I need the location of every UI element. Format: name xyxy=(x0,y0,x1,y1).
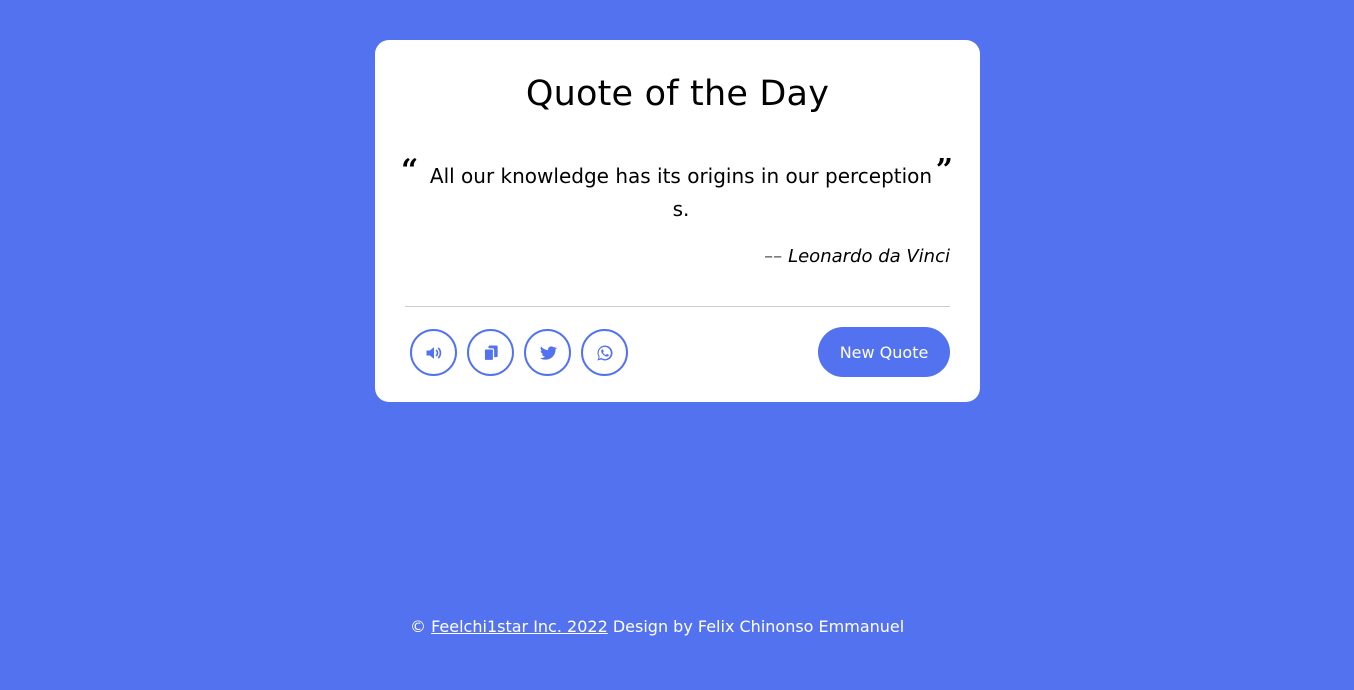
speak-button[interactable] xyxy=(410,329,457,376)
author-dash: –– xyxy=(764,246,783,267)
whatsapp-icon xyxy=(597,345,612,360)
quote-author: –– Leonardo da Vinci xyxy=(764,246,950,267)
quote-close-icon: ” xyxy=(935,153,953,188)
copyright-symbol: © xyxy=(410,617,426,636)
quote-area: “ All our knowledge has its origins in o… xyxy=(401,152,953,226)
divider xyxy=(405,306,950,307)
quote-open-icon: “ xyxy=(401,153,419,188)
twitter-icon xyxy=(539,345,557,360)
author-name: Leonardo da Vinci xyxy=(788,246,950,267)
whatsapp-button[interactable] xyxy=(581,329,628,376)
copy-button[interactable] xyxy=(467,329,514,376)
copy-icon xyxy=(483,345,498,361)
new-quote-button[interactable]: New Quote xyxy=(818,327,950,377)
page-title: Quote of the Day xyxy=(525,74,830,114)
twitter-button[interactable] xyxy=(524,329,571,376)
quote-text: All our knowledge has its origins in our… xyxy=(429,164,933,221)
quote-card: Quote of the Day “ All our knowledge has… xyxy=(375,40,980,402)
action-buttons xyxy=(410,329,628,376)
speaker-icon xyxy=(426,346,441,359)
footer-credit: Design by Felix Chinonso Emmanuel xyxy=(612,617,905,636)
footer-link[interactable]: Feelchi1star Inc. 2022 xyxy=(431,617,608,636)
footer: © Feelchi1star Inc. 2022 Design by Felix… xyxy=(410,617,904,636)
